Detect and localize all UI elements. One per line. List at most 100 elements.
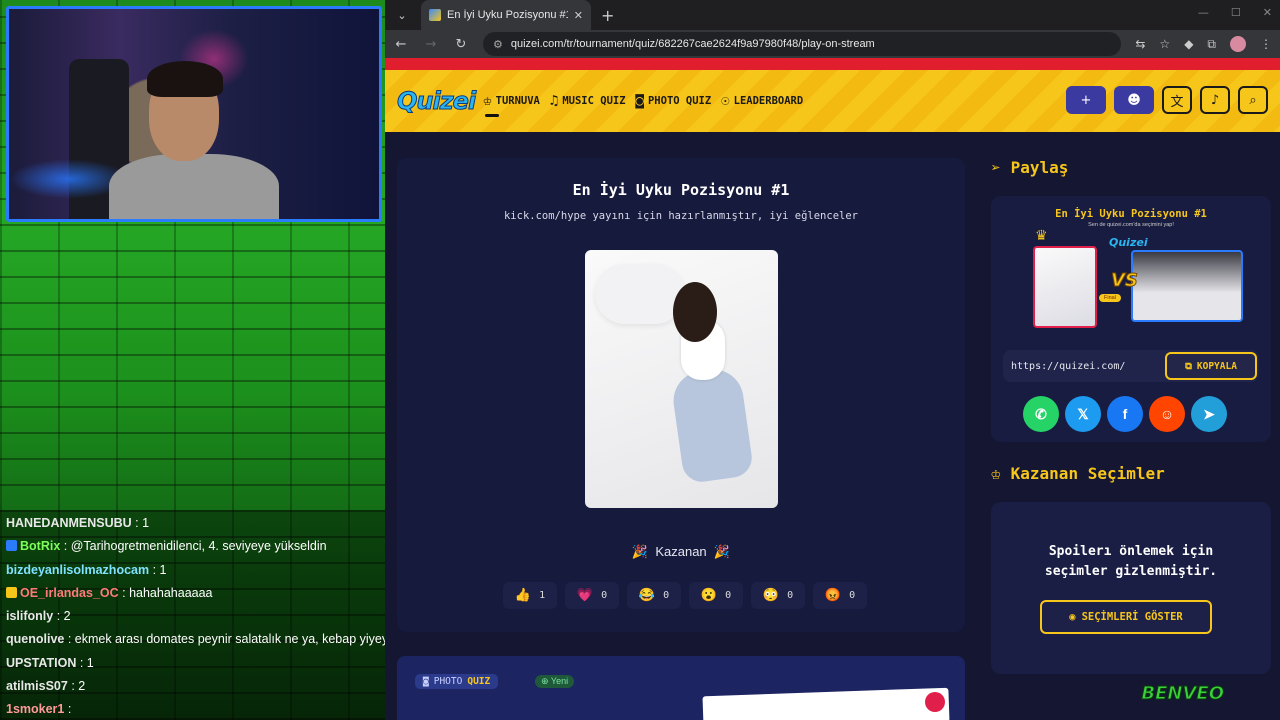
- send-icon: ➢: [991, 158, 1001, 177]
- webcam-feed: [6, 6, 382, 222]
- badge-icon: [6, 540, 17, 552]
- forward-icon[interactable]: →: [423, 37, 439, 52]
- reaction-emoji-icon: 👍: [514, 588, 532, 603]
- show-selections-button[interactable]: ◉ SEÇİMLERİ GÖSTER: [1040, 600, 1212, 634]
- translate-icon[interactable]: ⇆: [1135, 37, 1145, 51]
- header-actions: + ☻ 文 ♪ ⌕: [1066, 86, 1268, 114]
- streamer-hair: [147, 61, 223, 97]
- reaction-button[interactable]: 😮 0: [689, 582, 743, 609]
- more-menu-icon[interactable]: ⋮: [1260, 37, 1272, 51]
- badge-icon: [6, 586, 17, 598]
- streamer-logo: BENVEO: [1141, 683, 1225, 705]
- x-twitter-icon[interactable]: 𝕏: [1065, 396, 1101, 432]
- minimize-icon[interactable]: —: [1198, 6, 1209, 19]
- reload-icon[interactable]: ↻: [453, 37, 469, 52]
- user-avatar-button[interactable]: ☻: [1114, 86, 1154, 114]
- share-url[interactable]: https://quizei.com/: [1011, 361, 1165, 372]
- favicon-icon: [429, 9, 441, 21]
- reaction-button[interactable]: 👍 1: [503, 582, 557, 609]
- nav-turnuva[interactable]: ♔ TURNUVA: [483, 93, 540, 117]
- bookmark-star-icon[interactable]: ☆: [1159, 37, 1170, 51]
- reddit-icon[interactable]: ☺: [1149, 396, 1185, 432]
- address-bar: ← → ↻ ⚙ quizei.com/tr/tournament/quiz/68…: [385, 30, 1280, 58]
- browser-tab[interactable]: En İyi Uyku Pozisyonu #1 - Quiz ✕: [421, 0, 591, 30]
- url-text: quizei.com/tr/tournament/quiz/682267cae2…: [510, 38, 875, 50]
- chat-text: 1: [142, 516, 150, 530]
- new-tab-icon[interactable]: +: [601, 6, 614, 25]
- chat-text: 1: [159, 562, 167, 577]
- spoiler-line: seçimler gizlenmiştir.: [1044, 564, 1218, 579]
- maximize-icon[interactable]: ☐: [1231, 6, 1241, 19]
- mini-logo: Quizei: [1109, 236, 1148, 249]
- chat-username[interactable]: UPSTATION: [6, 656, 76, 670]
- search-icon[interactable]: ⌕: [1238, 86, 1268, 114]
- nav-label: TURNUVA: [495, 95, 540, 107]
- toolbar-icons: ⇆ ☆ ◆ ⧉ ⋮: [1135, 36, 1272, 52]
- eye-icon: ◉: [1069, 611, 1076, 623]
- reaction-button[interactable]: 😳 0: [751, 582, 805, 609]
- social-buttons: ✆ 𝕏 f ☺ ➤: [1023, 396, 1227, 432]
- chat-text: 1: [86, 655, 94, 670]
- nav-leaderboard[interactable]: ☉ LEADERBOARD: [721, 93, 803, 109]
- reaction-count: 0: [601, 590, 608, 601]
- reaction-button[interactable]: 😡 0: [813, 582, 867, 609]
- reaction-button[interactable]: 💗 0: [565, 582, 619, 609]
- music-icon: ♫: [549, 93, 559, 109]
- chat-message: BotRix : @Tarihogretmenidilenci, 4. sevi…: [6, 535, 385, 558]
- copy-button[interactable]: ⧉ KOPYALA: [1165, 352, 1257, 380]
- url-field[interactable]: ⚙ quizei.com/tr/tournament/quiz/682267ca…: [483, 32, 1122, 56]
- close-window-icon[interactable]: ✕: [1263, 6, 1272, 19]
- tab-bar: ⌄ En İyi Uyku Pozisyonu #1 - Quiz ✕ + — …: [385, 0, 1280, 30]
- camera-icon: ◙: [423, 676, 429, 687]
- chat-message: 1smoker1 :: [6, 698, 385, 720]
- chat-username[interactable]: bizdeyanlisolmazhocam: [6, 563, 149, 577]
- site-info-icon[interactable]: ⚙: [493, 38, 503, 51]
- badge-photo: PHOTO: [433, 676, 463, 687]
- reaction-button[interactable]: 😂 0: [627, 582, 681, 609]
- chat-separator: :: [67, 679, 79, 694]
- winner-selections-card: Spoilerı önlemek için seçimler gizlenmiş…: [991, 502, 1271, 674]
- language-icon[interactable]: 文: [1162, 86, 1192, 114]
- camera-icon: ◙: [635, 93, 644, 109]
- close-icon[interactable]: ✕: [574, 9, 583, 22]
- chat-username[interactable]: OE_irlandas_OC: [20, 586, 119, 600]
- chat-username[interactable]: HANEDANMENSUBU: [6, 516, 132, 530]
- chat-username[interactable]: 1smoker1: [6, 702, 64, 716]
- tab-search-icon[interactable]: ⌄: [389, 2, 415, 28]
- extension-diamond-icon[interactable]: ◆: [1184, 37, 1193, 51]
- reaction-emoji-icon: 😳: [762, 588, 780, 603]
- create-button[interactable]: +: [1066, 86, 1106, 114]
- chat-username[interactable]: islifonly: [6, 609, 53, 623]
- whatsapp-icon[interactable]: ✆: [1023, 396, 1059, 432]
- share-heading: ➢ Paylaş: [991, 158, 1068, 177]
- chat-username[interactable]: BotRix: [20, 539, 60, 553]
- site-header: Quizei ♔ TURNUVA ♫ MUSIC QUIZ ◙ PHOTO QU…: [385, 70, 1280, 132]
- chat-separator: :: [60, 539, 71, 554]
- reaction-count: 0: [787, 590, 794, 601]
- facebook-icon[interactable]: f: [1107, 396, 1143, 432]
- extensions-icon[interactable]: ⧉: [1207, 37, 1216, 52]
- chat-separator: :: [76, 655, 87, 670]
- chat-separator: :: [131, 516, 143, 530]
- reaction-emoji-icon: 😂: [638, 588, 656, 603]
- chat-username[interactable]: atilmisS07: [6, 679, 68, 693]
- nav-label: PHOTO QUIZ: [647, 95, 712, 107]
- back-icon[interactable]: ←: [393, 37, 409, 52]
- opponent-thumbnail: [1131, 250, 1243, 322]
- promo-card[interactable]: ◙ PHOTO QUIZ ⊕ Yeni: [397, 656, 965, 720]
- vs-label: VS: [1111, 270, 1139, 292]
- chat-username[interactable]: quenolive: [6, 632, 64, 646]
- main-content: En İyi Uyku Pozisyonu #1 kick.com/hype y…: [385, 132, 1280, 720]
- winner-label: 🎉 Kazanan 🎉: [397, 544, 965, 560]
- profile-avatar[interactable]: [1230, 36, 1246, 52]
- site-logo[interactable]: Quizei: [396, 87, 476, 116]
- telegram-icon[interactable]: ➤: [1191, 396, 1227, 432]
- nav-music-quiz[interactable]: ♫ MUSIC QUIZ: [550, 93, 626, 109]
- nav-photo-quiz[interactable]: ◙ PHOTO QUIZ: [636, 93, 712, 109]
- top-accent-strip: [385, 58, 1280, 70]
- chat-separator: :: [118, 585, 130, 600]
- bell-icon[interactable]: ♪: [1200, 86, 1230, 114]
- nav-label: MUSIC QUIZ: [562, 95, 626, 107]
- chat-separator: :: [53, 609, 64, 624]
- chat-text: @Tarihogretmenidilenci, 4. seviyeye yüks…: [70, 539, 327, 554]
